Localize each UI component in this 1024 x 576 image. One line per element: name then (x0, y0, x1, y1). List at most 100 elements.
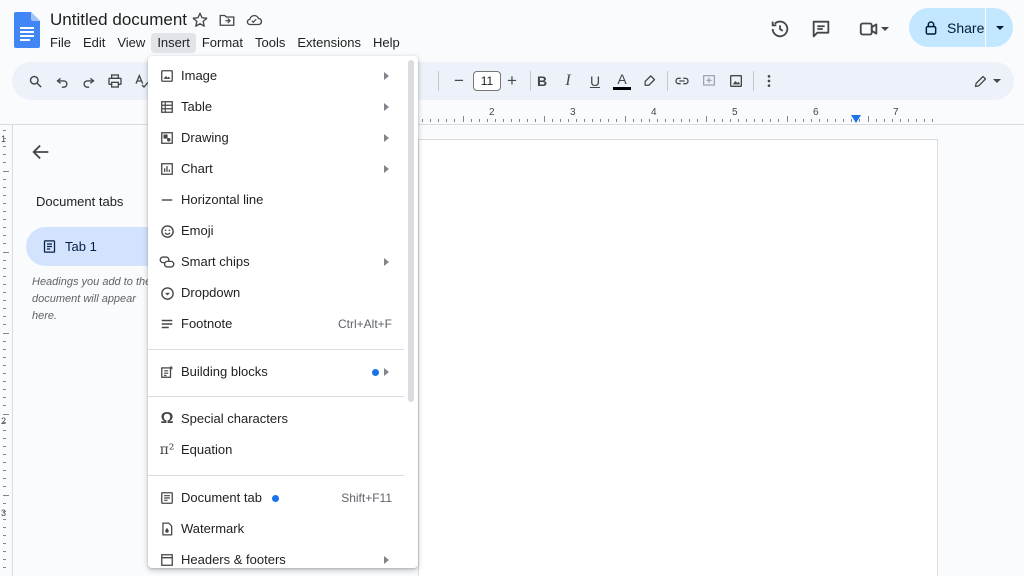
more-options-button[interactable] (758, 70, 780, 92)
undo-icon (55, 77, 67, 88)
menu-item-label: Chart (181, 161, 213, 176)
menu-format[interactable]: Format (196, 33, 249, 53)
menu-item-equation[interactable]: π² Equation (148, 435, 406, 466)
share-options-button[interactable] (986, 8, 1013, 47)
star-icon[interactable] (191, 11, 209, 29)
vruler-tick (3, 275, 6, 277)
menu-extensions[interactable]: Extensions (291, 33, 367, 53)
ruler-tick (551, 119, 553, 122)
menu-item-image[interactable]: Image (148, 61, 406, 92)
insert-link-button[interactable] (671, 70, 693, 92)
submenu-arrow-icon (384, 258, 389, 266)
font-size-input[interactable]: 11 (473, 71, 501, 91)
insert-image-button[interactable] (725, 70, 747, 92)
vruler-tick (3, 348, 6, 350)
menu-item-special-characters[interactable]: Ω Special characters (148, 404, 406, 435)
vruler-tick (3, 267, 6, 269)
menu-item-headers-footers[interactable]: Headers & footers (148, 545, 406, 568)
ruler-tick (802, 119, 804, 122)
menu-view[interactable]: View (111, 33, 151, 53)
meet-button[interactable] (852, 12, 896, 46)
vruler-tick (3, 283, 6, 285)
menu-item-emoji[interactable]: Emoji (148, 216, 406, 247)
cloud-saved-icon[interactable] (245, 11, 263, 29)
menu-scrollbar[interactable] (408, 60, 414, 402)
menu-item-document-tab[interactable]: Document tab Shift+F11 (148, 483, 406, 514)
table-icon (158, 98, 176, 116)
text-color-swatch (613, 87, 631, 90)
search-menus-button[interactable] (24, 70, 46, 92)
document-title[interactable]: Untitled document (50, 10, 187, 30)
menu-item-horizontal-line[interactable]: Horizontal line (148, 185, 406, 216)
menu-item-dropdown[interactable]: Dropdown (148, 278, 406, 309)
menu-item-label: Headers & footers (181, 552, 286, 567)
menu-file[interactable]: File (44, 33, 77, 53)
editing-mode-button[interactable] (969, 70, 1005, 92)
menu-item-chart[interactable]: Chart (148, 154, 406, 185)
menu-item-building-blocks[interactable]: Building blocks (148, 357, 406, 388)
menu-item-table[interactable]: Table (148, 92, 406, 123)
ruler-tick (843, 119, 845, 122)
pi-icon: π² (158, 441, 176, 459)
chart-icon (158, 160, 176, 178)
ruler-tick (818, 119, 820, 122)
submenu-arrow-icon (384, 134, 389, 142)
bold-button[interactable]: B (531, 70, 553, 92)
underline-button[interactable]: U (584, 70, 606, 92)
menu-help[interactable]: Help (367, 33, 406, 53)
italic-button[interactable]: I (557, 70, 579, 92)
print-button[interactable] (104, 70, 126, 92)
increase-font-size-button[interactable]: + (501, 70, 523, 92)
menu-item-label: Image (181, 68, 218, 83)
ruler-tick (778, 119, 780, 122)
menu-tools[interactable]: Tools (249, 33, 291, 53)
ruler-tick (916, 119, 918, 122)
version-history-button[interactable] (763, 12, 797, 46)
menu-item-drawing[interactable]: Drawing (148, 123, 406, 154)
vruler-tick (3, 251, 9, 253)
menu-item-watermark[interactable]: Watermark (148, 514, 406, 545)
add-comment-button[interactable] (698, 70, 720, 92)
menu-item-label: Table (181, 99, 213, 114)
ruler-tick (624, 116, 626, 122)
move-folder-icon[interactable] (218, 11, 236, 29)
new-feature-dot (372, 369, 379, 376)
vruler-tick (3, 300, 6, 302)
ruler-tick (867, 116, 869, 122)
back-arrow-icon[interactable] (30, 141, 52, 163)
ruler-tick (438, 119, 440, 122)
vruler-tick (3, 486, 6, 488)
emoji-icon (158, 222, 176, 240)
vruler-tick (3, 551, 6, 553)
menu-edit[interactable]: Edit (77, 33, 111, 53)
menu-item-footnote[interactable]: Footnote Ctrl+Alt+F (148, 309, 406, 340)
comments-button[interactable] (804, 12, 838, 46)
smart-chips-icon (158, 253, 176, 271)
decrease-font-size-button[interactable]: − (448, 70, 470, 92)
share-button[interactable]: Share (909, 8, 985, 47)
print-icon (108, 74, 122, 88)
ruler-tick (454, 119, 456, 122)
chevron-down-icon (992, 79, 1001, 83)
vruler-tick (3, 518, 6, 520)
ruler-tick (446, 119, 448, 122)
toolbar-separator (753, 71, 754, 91)
highlight-button[interactable] (638, 70, 660, 92)
vruler-tick (3, 324, 6, 326)
ruler-tick (883, 119, 885, 122)
document-page[interactable] (418, 139, 938, 576)
undo-button[interactable] (51, 70, 73, 92)
menu-item-smart-chips[interactable]: Smart chips (148, 247, 406, 278)
vruler-tick (3, 437, 6, 439)
redo-button[interactable] (77, 70, 99, 92)
menu-insert[interactable]: Insert (151, 33, 196, 53)
ruler-tick (592, 119, 594, 122)
horizontal-ruler[interactable]: 2 3 4 5 6 7 (418, 106, 938, 124)
lock-icon (925, 20, 937, 35)
text-color-button[interactable]: A (611, 70, 633, 92)
docs-logo-icon[interactable] (14, 12, 40, 48)
vruler-tick (3, 227, 6, 229)
ruler-tick (422, 119, 423, 122)
vruler-tick (3, 356, 6, 358)
insert-menu: Image Table Drawing Chart Horizontal lin… (148, 56, 418, 568)
